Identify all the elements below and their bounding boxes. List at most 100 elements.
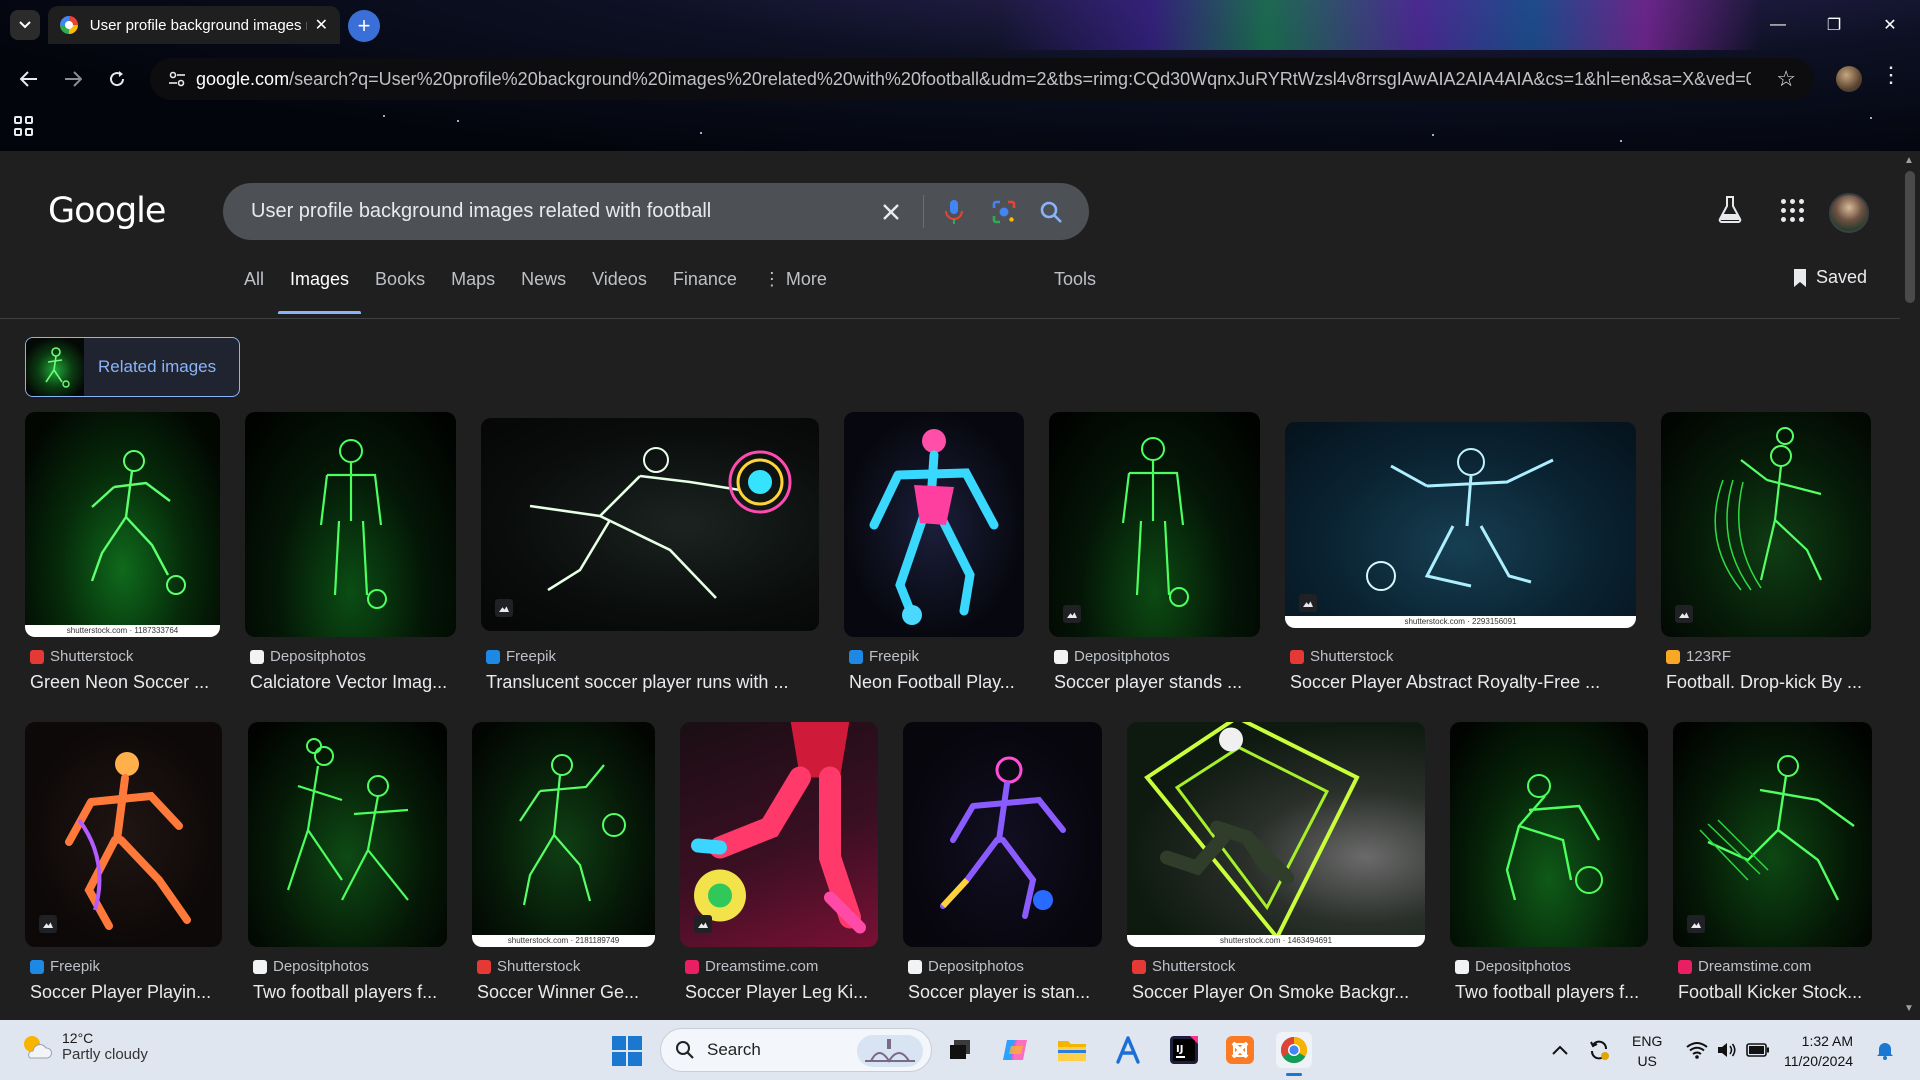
language-indicator[interactable]: ENG US — [1632, 1031, 1662, 1071]
tab-finance[interactable]: Finance — [673, 265, 737, 311]
scrollbar-thumb[interactable] — [1905, 171, 1915, 303]
labs-flask-icon[interactable] — [1717, 195, 1747, 225]
image-source[interactable]: 123RF — [1666, 648, 1731, 665]
tab-news[interactable]: News — [521, 265, 566, 311]
image-title[interactable]: Football. Drop-kick By ... — [1666, 672, 1874, 693]
image-title[interactable]: Football Kicker Stock... — [1678, 982, 1874, 1003]
xampp-icon[interactable] — [1222, 1032, 1258, 1068]
chrome-taskbar-icon[interactable] — [1276, 1032, 1312, 1076]
start-button[interactable] — [612, 1036, 642, 1066]
back-button[interactable] — [12, 62, 46, 96]
image-title[interactable]: Green Neon Soccer ... — [30, 672, 222, 693]
image-result-card[interactable]: Dreamstime.com Soccer Player Leg Ki... — [680, 722, 878, 1020]
image-title[interactable]: Soccer player stands ... — [1054, 672, 1264, 693]
google-logo[interactable]: Google — [48, 191, 166, 231]
site-info-icon[interactable] — [158, 71, 196, 87]
image-title[interactable]: Two football players f... — [1455, 982, 1651, 1003]
weather-widget[interactable]: 12°C Partly cloudy — [20, 1030, 148, 1063]
image-source[interactable]: Shutterstock — [477, 958, 580, 975]
image-result-card[interactable]: Freepik Neon Football Play... — [844, 412, 1024, 712]
image-source[interactable]: Depositphotos — [908, 958, 1024, 975]
reload-button[interactable] — [100, 62, 134, 96]
scroll-down-icon[interactable]: ▼ — [1904, 1003, 1914, 1014]
restore-button[interactable]: ❐ — [1806, 8, 1862, 42]
image-thumbnail[interactable]: shutterstock.com · 2181189749 — [472, 722, 655, 947]
close-window-button[interactable]: ✕ — [1862, 8, 1918, 42]
google-apps-icon[interactable] — [1777, 195, 1807, 225]
image-source[interactable]: Dreamstime.com — [1678, 958, 1811, 975]
image-source[interactable]: Depositphotos — [1455, 958, 1571, 975]
battery-icon[interactable] — [1746, 1020, 1770, 1080]
image-thumbnail[interactable] — [1049, 412, 1260, 637]
image-thumbnail[interactable]: shutterstock.com · 2293156091 — [1285, 422, 1636, 628]
tab-all[interactable]: All — [244, 265, 264, 311]
image-result-card[interactable]: Dreamstime.com Football Kicker Stock... — [1673, 722, 1872, 1020]
image-thumbnail[interactable] — [481, 418, 819, 631]
image-title[interactable]: Soccer Player On Smoke Backgr... — [1132, 982, 1428, 1003]
image-thumbnail[interactable] — [25, 722, 222, 947]
image-source[interactable]: Shutterstock — [1290, 648, 1393, 665]
image-thumbnail[interactable]: shutterstock.com · 1463494691 — [1127, 722, 1425, 947]
image-thumbnail[interactable] — [1450, 722, 1648, 947]
image-source[interactable]: Freepik — [849, 648, 919, 665]
tab-close-icon[interactable]: ✕ — [315, 15, 328, 35]
image-title[interactable]: Neon Football Play... — [849, 672, 1027, 693]
clock[interactable]: 1:32 AM 11/20/2024 — [1784, 1031, 1853, 1071]
image-source[interactable]: Depositphotos — [250, 648, 366, 665]
image-result-card[interactable]: 123RF Football. Drop-kick By ... — [1661, 412, 1871, 712]
image-result-card[interactable]: shutterstock.com · 1463494691 Shuttersto… — [1127, 722, 1425, 1020]
taskbar-search[interactable]: Search — [660, 1028, 932, 1072]
image-thumbnail[interactable] — [844, 412, 1024, 637]
image-result-card[interactable]: Freepik Soccer Player Playin... — [25, 722, 222, 1020]
bookmark-star-icon[interactable]: ☆ — [1776, 66, 1796, 92]
image-result-card[interactable]: Depositphotos Soccer player stands ... — [1049, 412, 1260, 712]
account-avatar[interactable] — [1829, 193, 1869, 233]
tab-videos[interactable]: Videos — [592, 265, 647, 311]
minimize-button[interactable]: — — [1750, 8, 1806, 42]
browser-profile-avatar[interactable] — [1836, 66, 1862, 92]
image-title[interactable]: Soccer Player Leg Ki... — [685, 982, 881, 1003]
address-bar[interactable]: google.com/search?q=User%20profile%20bac… — [150, 58, 1814, 100]
file-explorer-icon[interactable] — [1054, 1032, 1090, 1068]
image-result-card[interactable]: shutterstock.com · 2181189749 Shuttersto… — [472, 722, 655, 1020]
new-tab-button[interactable]: + — [348, 10, 380, 42]
clear-search-icon[interactable] — [873, 194, 909, 230]
voice-search-icon[interactable] — [936, 194, 972, 230]
image-title[interactable]: Translucent soccer player runs with ... — [486, 672, 821, 693]
search-submit-icon[interactable] — [1033, 194, 1069, 230]
image-title[interactable]: Soccer Player Playin... — [30, 982, 225, 1003]
wifi-icon[interactable] — [1686, 1020, 1708, 1080]
image-result-card[interactable]: Depositphotos Two football players f... — [248, 722, 447, 1020]
image-result-card[interactable]: shutterstock.com · 1187333764 Shuttersto… — [25, 412, 220, 712]
notifications-icon[interactable] — [1876, 1020, 1894, 1080]
image-title[interactable]: Soccer Player Abstract Royalty-Free ... — [1290, 672, 1638, 693]
image-title[interactable]: Soccer player is stan... — [908, 982, 1104, 1003]
image-thumbnail[interactable] — [248, 722, 447, 947]
image-title[interactable]: Soccer Winner Ge... — [477, 982, 657, 1003]
image-thumbnail[interactable] — [903, 722, 1102, 947]
saved-button[interactable]: Saved — [1792, 267, 1867, 288]
search-input[interactable]: User profile background images related w… — [251, 200, 711, 223]
image-title[interactable]: Two football players f... — [253, 982, 449, 1003]
image-source[interactable]: Shutterstock — [1132, 958, 1235, 975]
tab-active[interactable]: User profile background images related w… — [48, 6, 340, 44]
sync-icon[interactable] — [1588, 1020, 1610, 1080]
image-result-card[interactable]: Freepik Translucent soccer player runs w… — [481, 412, 819, 712]
image-result-card[interactable]: Depositphotos Two football players f... — [1450, 722, 1648, 1020]
tab-maps[interactable]: Maps — [451, 265, 495, 311]
image-result-card[interactable]: shutterstock.com · 2293156091 Shuttersto… — [1285, 412, 1636, 712]
forward-button[interactable] — [56, 62, 90, 96]
tools-button[interactable]: Tools — [1054, 269, 1096, 290]
tab-images[interactable]: Images — [278, 265, 362, 314]
image-thumbnail[interactable] — [1661, 412, 1871, 637]
image-result-card[interactable]: Depositphotos Soccer player is stan... — [903, 722, 1102, 1020]
lens-search-icon[interactable] — [986, 194, 1022, 230]
page-scrollbar[interactable]: ▲ ▼ — [1900, 151, 1920, 1020]
image-source[interactable]: Freepik — [30, 958, 100, 975]
image-result-card[interactable]: Depositphotos Calciatore Vector Imag... — [245, 412, 456, 712]
image-thumbnail[interactable] — [680, 722, 878, 947]
image-title[interactable]: Calciatore Vector Imag... — [250, 672, 460, 693]
image-source[interactable]: Dreamstime.com — [685, 958, 818, 975]
scroll-up-icon[interactable]: ▲ — [1904, 155, 1914, 166]
image-source[interactable]: Shutterstock — [30, 648, 133, 665]
